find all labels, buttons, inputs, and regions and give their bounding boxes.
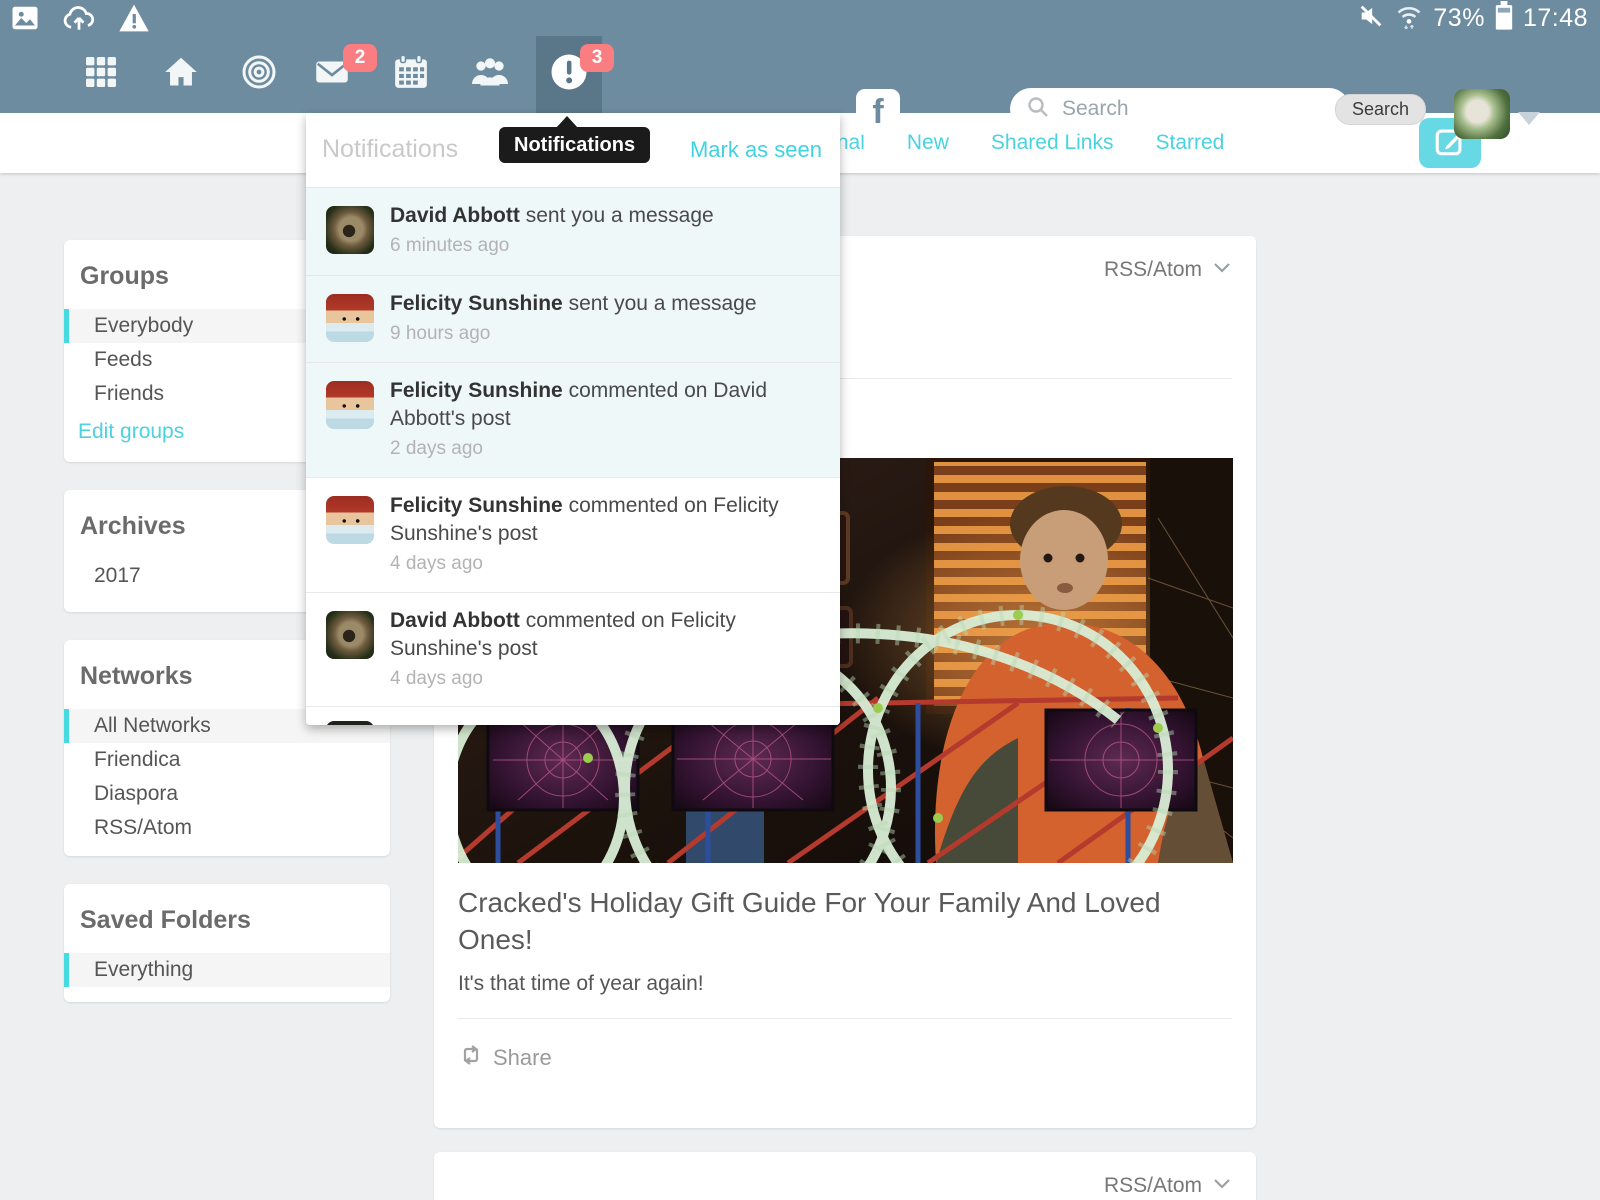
notification-text: David Abbott commented on Felicity Sunsh…	[390, 607, 820, 663]
main-navbar: 2 3 f Search	[0, 36, 1600, 113]
notifications-button[interactable]: 3	[536, 36, 602, 113]
post-card: RSS/Atom	[434, 1152, 1256, 1200]
android-status-bar: 73% 17:48	[0, 0, 1600, 36]
messages-badge: 2	[343, 44, 377, 72]
notification-time: 9 hours ago	[390, 323, 820, 345]
contacts-icon	[469, 54, 511, 95]
post-source-label[interactable]: RSS/Atom	[1104, 258, 1202, 282]
notification-time: 4 days ago	[390, 668, 820, 690]
tab-starred[interactable]: Starred	[1155, 131, 1224, 155]
notification-text: Felicity Sunshine sent you a message	[390, 290, 820, 318]
post-body: It's that time of year again!	[458, 972, 704, 996]
notification-item[interactable]: Felicity Sunshine commented on Felicity …	[306, 477, 840, 592]
home-button[interactable]	[148, 36, 214, 113]
image-icon	[10, 3, 40, 38]
notification-item-partial[interactable]	[306, 706, 840, 725]
battery-icon	[1494, 1, 1514, 36]
notification-time: 6 minutes ago	[390, 235, 820, 257]
friendica-logo[interactable]: f	[856, 89, 900, 135]
avatar	[326, 381, 374, 429]
cloud-upload-icon	[62, 3, 96, 38]
notifications-dropdown: Notifications Mark as seen David Abbott …	[306, 113, 840, 725]
notification-time: 4 days ago	[390, 553, 820, 575]
notification-item[interactable]: Felicity Sunshine sent you a message 9 h…	[306, 275, 840, 362]
post-source-label[interactable]: RSS/Atom	[1104, 1174, 1202, 1198]
tab-new[interactable]: New	[907, 131, 949, 155]
notification-text: Felicity Sunshine commented on Felicity …	[390, 492, 820, 548]
chevron-down-icon[interactable]	[1212, 1177, 1232, 1196]
target-icon	[241, 54, 277, 95]
search-icon	[1026, 95, 1050, 124]
apps-menu-button[interactable]	[68, 36, 134, 113]
wifi-icon	[1394, 2, 1424, 35]
avatar	[326, 206, 374, 254]
sidebar-item-rss-atom[interactable]: RSS/Atom	[64, 811, 390, 845]
notification-item[interactable]: Felicity Sunshine commented on David Abb…	[306, 362, 840, 477]
post-headline[interactable]: Cracked's Holiday Gift Guide For Your Fa…	[458, 884, 1198, 958]
search-input[interactable]	[1060, 96, 1335, 122]
sidebar-item-friendica[interactable]: Friendica	[64, 743, 390, 777]
apps-grid-icon	[83, 54, 119, 95]
events-button[interactable]	[378, 36, 444, 113]
saved-folders-title: Saved Folders	[64, 884, 390, 953]
avatar	[326, 611, 374, 659]
tab-shared-links[interactable]: Shared Links	[991, 131, 1114, 155]
notification-time: 2 days ago	[390, 438, 820, 460]
notifications-badge: 3	[580, 44, 614, 72]
avatar	[326, 496, 374, 544]
battery-percent: 73%	[1433, 4, 1485, 33]
sidebar-item-everything[interactable]: Everything	[64, 953, 390, 987]
avatar	[326, 721, 374, 725]
notifications-panel-title: Notifications	[322, 135, 458, 164]
community-button[interactable]	[226, 36, 292, 113]
home-icon	[162, 54, 200, 95]
warning-icon	[118, 3, 150, 38]
user-avatar[interactable]	[1454, 89, 1510, 139]
messages-button[interactable]: 2	[299, 36, 365, 113]
global-search: Search	[1010, 88, 1350, 130]
mute-icon	[1357, 2, 1385, 35]
divider	[458, 1018, 1232, 1019]
notification-item[interactable]: David Abbott sent you a message 6 minute…	[306, 187, 840, 275]
calendar-icon	[392, 53, 430, 96]
share-button[interactable]: Share	[458, 1044, 552, 1072]
chevron-down-icon[interactable]	[1212, 261, 1232, 280]
notification-text: David Abbott sent you a message	[390, 202, 820, 230]
share-retweet-icon	[458, 1044, 484, 1072]
notifications-tooltip: Notifications	[499, 127, 650, 163]
notification-text: Felicity Sunshine commented on David Abb…	[390, 377, 820, 433]
sidebar-item-diaspora[interactable]: Diaspora	[64, 777, 390, 811]
clock: 17:48	[1523, 4, 1588, 33]
notification-item[interactable]: David Abbott commented on Felicity Sunsh…	[306, 592, 840, 706]
user-menu-caret-icon[interactable]	[1518, 112, 1540, 125]
share-label: Share	[493, 1045, 552, 1071]
contacts-button[interactable]	[457, 36, 523, 113]
avatar	[326, 294, 374, 342]
friendica-app: 73% 17:48 2	[0, 0, 1600, 1200]
mark-as-seen-link[interactable]: Mark as seen	[690, 137, 822, 163]
saved-folders-widget: Saved Folders Everything	[64, 884, 390, 1002]
search-submit-button[interactable]: Search	[1335, 94, 1426, 125]
